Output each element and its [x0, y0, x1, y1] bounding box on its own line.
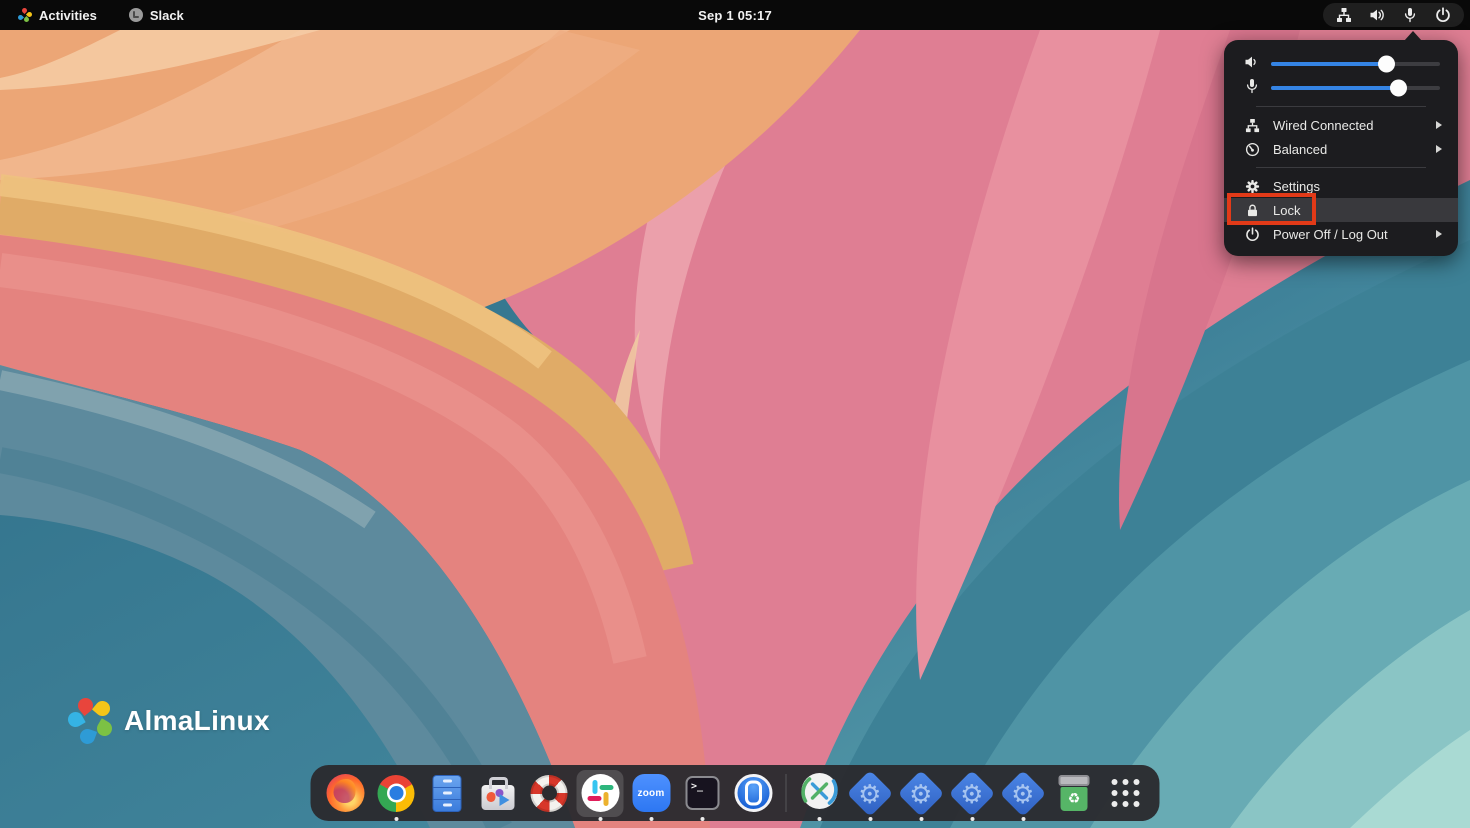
chrome-icon: [378, 775, 415, 812]
submenu-chevron-icon: [1436, 121, 1442, 129]
dock-item-generic-app-2[interactable]: ⚙: [901, 773, 942, 814]
network-wired-icon: [1336, 7, 1352, 23]
dock-item-slack[interactable]: [580, 773, 621, 814]
volume-slider[interactable]: [1271, 62, 1440, 66]
system-tray[interactable]: [1323, 3, 1464, 27]
dock-item-chrome[interactable]: [376, 773, 417, 814]
volume-slider-knob[interactable]: [1378, 56, 1395, 73]
dock-item-zoom[interactable]: zoom: [631, 773, 672, 814]
dock-item-generic-app-3[interactable]: ⚙: [952, 773, 993, 814]
menu-separator: [1256, 106, 1426, 107]
menu-item-label: Balanced: [1273, 142, 1327, 157]
running-indicator-dot: [817, 817, 821, 821]
slack-tray-icon: [129, 8, 143, 22]
1password-icon: [734, 774, 772, 812]
microphone-icon: [1402, 7, 1418, 23]
running-indicator-dot: [919, 817, 923, 821]
dock: zoom >_ ⚙: [311, 765, 1160, 821]
dock-item-remote-viewer[interactable]: [799, 773, 840, 814]
running-indicator-dot: [394, 817, 398, 821]
generic-app-icon: ⚙: [847, 770, 894, 817]
trash-icon: ♻: [1059, 775, 1090, 811]
menu-item-label: Power Off / Log Out: [1273, 227, 1388, 242]
almalinux-wordmark: AlmaLinux: [124, 705, 270, 737]
software-briefcase-icon: [482, 785, 515, 810]
microphone-icon: [1244, 78, 1260, 99]
volume-slider-row: [1224, 52, 1458, 76]
power-icon: [1244, 226, 1260, 242]
running-indicator-dot: [1021, 817, 1025, 821]
menu-item-balanced[interactable]: Balanced: [1224, 137, 1458, 161]
dock-item-generic-app-1[interactable]: ⚙: [850, 773, 891, 814]
dock-item-generic-app-4[interactable]: ⚙: [1003, 773, 1044, 814]
dock-item-app-grid[interactable]: [1105, 773, 1146, 814]
remote-viewer-icon: [800, 772, 838, 815]
generic-app-icon: ⚙: [1000, 770, 1047, 817]
file-cabinet-icon: [433, 775, 462, 812]
generic-app-icon: ⚙: [949, 770, 996, 817]
power-icon: [1435, 7, 1451, 23]
slack-indicator-label: Slack: [150, 8, 184, 23]
activities-label: Activities: [39, 8, 97, 23]
help-lifebuoy-icon: [531, 775, 568, 812]
app-grid-icon: [1111, 779, 1139, 807]
menu-item-label: Wired Connected: [1273, 118, 1373, 133]
menu-item-power-off-log-out[interactable]: Power Off / Log Out: [1224, 222, 1458, 246]
app-indicator-slack[interactable]: Slack: [123, 6, 190, 25]
dock-item-terminal[interactable]: >_: [682, 773, 723, 814]
firefox-icon: [326, 774, 364, 812]
dock-item-trash[interactable]: ♻: [1054, 773, 1095, 814]
dock-item-software[interactable]: [478, 773, 519, 814]
menu-separator: [1256, 167, 1426, 168]
desktop-screen: Activities Slack Sep 1 05:17: [0, 0, 1470, 828]
running-indicator-dot: [700, 817, 704, 821]
dock-separator: [786, 774, 787, 812]
dock-item-1password[interactable]: [733, 773, 774, 814]
microphone-slider-knob[interactable]: [1390, 80, 1407, 97]
running-indicator-dot: [649, 817, 653, 821]
microphone-slider-row: [1224, 76, 1458, 100]
clock[interactable]: Sep 1 05:17: [698, 0, 772, 30]
dock-item-firefox[interactable]: [325, 773, 366, 814]
generic-app-icon: ⚙: [898, 770, 945, 817]
almalinux-swirl-icon: [68, 698, 112, 744]
terminal-icon: >_: [685, 776, 719, 810]
menu-item-label: Settings: [1273, 179, 1320, 194]
power-profile-gauge-icon: [1244, 141, 1260, 157]
zoom-icon: zoom: [632, 774, 670, 812]
volume-icon: [1369, 7, 1385, 23]
running-indicator-dot: [598, 817, 602, 821]
volume-icon: [1244, 54, 1260, 75]
gear-icon: [1244, 178, 1260, 194]
lock-annotation-highlight: [1227, 193, 1316, 225]
almalinux-logo: AlmaLinux: [68, 698, 270, 744]
top-bar-left: Activities Slack: [0, 6, 190, 25]
dock-item-help[interactable]: [529, 773, 570, 814]
submenu-chevron-icon: [1436, 230, 1442, 238]
running-indicator-dot: [970, 817, 974, 821]
submenu-chevron-icon: [1436, 145, 1442, 153]
system-menu: Wired Connected Balanced: [1224, 40, 1458, 256]
menu-item-wired-connected[interactable]: Wired Connected: [1224, 113, 1458, 137]
dock-item-file-cabinet[interactable]: [427, 773, 468, 814]
running-indicator-dot: [868, 817, 872, 821]
slack-icon: [581, 774, 619, 812]
network-wired-icon: [1244, 117, 1260, 133]
activities-button[interactable]: Activities: [12, 6, 103, 25]
distro-logo-icon: [18, 8, 32, 22]
microphone-slider[interactable]: [1271, 86, 1440, 90]
top-bar: Activities Slack Sep 1 05:17: [0, 0, 1470, 30]
